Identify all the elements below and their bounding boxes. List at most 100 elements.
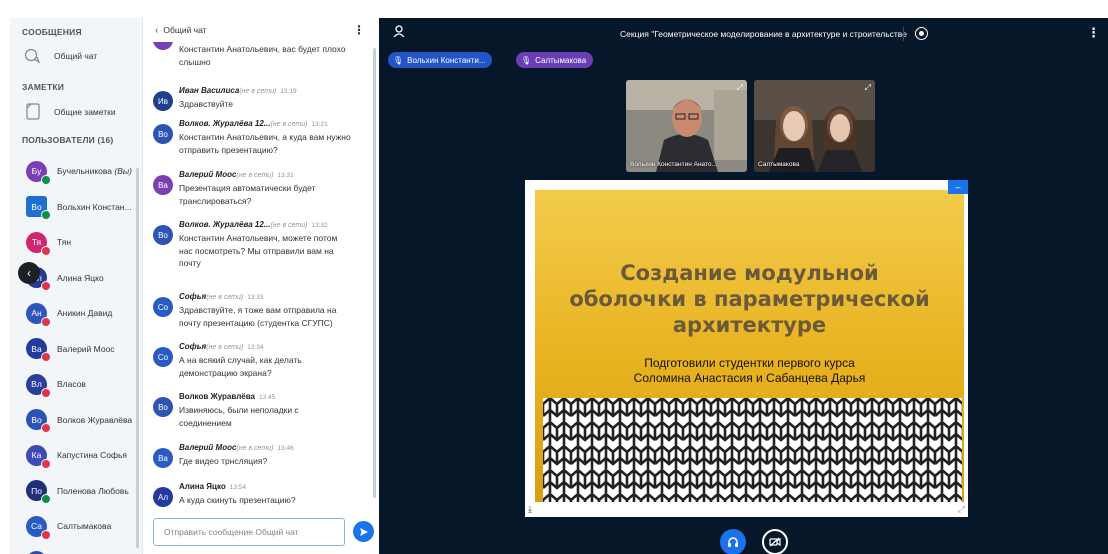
message-header: Алина Яцко 13:54 (179, 482, 246, 491)
back-chevron-icon[interactable]: ‹ (155, 25, 158, 36)
main-options-icon[interactable]: ⋮ (1087, 25, 1100, 41)
user-list-item[interactable]: По Поленова Любовь (10, 477, 142, 505)
message-author: Иван Василиса (179, 86, 240, 95)
send-button[interactable] (353, 521, 374, 542)
user-list-item[interactable]: Вл Власов (10, 370, 142, 398)
download-icon[interactable]: ⤓ (528, 504, 532, 515)
user-name: Вольхин Констан... (57, 202, 141, 212)
fullscreen-icon[interactable]: ⤢ (958, 504, 965, 515)
headphones-icon (728, 537, 738, 547)
message-header: Волков. Журалёва 12...(не в сети) 13:21 (179, 119, 328, 128)
chat-options-icon[interactable]: ⋮ (353, 23, 365, 37)
avatar: Ва (153, 175, 173, 195)
user-list-item[interactable]: Ан Аникин Давид (10, 299, 142, 327)
user-name-text: Валерий Моос (57, 343, 115, 354)
message-author: Валерий Моос (179, 443, 237, 452)
status-dot (41, 494, 51, 504)
message-input[interactable]: Отправить сообщение Общий чат (153, 518, 345, 546)
avatar: Ва (153, 448, 173, 468)
message-time: 13:54 (229, 484, 247, 491)
message-header: Валерий Моос(не в сети) 13:31 (179, 170, 294, 179)
user-name: Поленова Любовь (57, 486, 141, 496)
message-line: демонстрацию экрана? (179, 367, 272, 378)
user-name-text: Власов (57, 379, 86, 389)
user-list-item[interactable]: Во Вольхин Констан... (10, 193, 142, 221)
offline-label: (не в сети) (236, 172, 274, 179)
message-line: почту презентацию (студентка СГУПС) (179, 317, 333, 328)
status-dot (41, 210, 51, 220)
status-dot (41, 352, 51, 362)
avatar-initials: Во (158, 402, 168, 412)
offline-label: (не в сети) (239, 88, 277, 95)
message-author: Алина Яцко (179, 482, 226, 491)
user-name: Валерий Моос (57, 344, 141, 354)
message-line: нас посмотреть? Мы отправили вам на (179, 245, 334, 256)
user-list-item[interactable]: Бу Бучельникова (Вы) (10, 157, 142, 185)
user-name: Салтымакова (57, 521, 141, 531)
user-list-item[interactable]: Са Салтымакова (10, 512, 142, 540)
avatar-initials: Ка (31, 450, 42, 460)
user-name-text: Салтымакова (57, 521, 112, 531)
webcam-tile[interactable]: ⤢ Вольхин Константин Анато... (626, 80, 747, 172)
public-chat-item[interactable]: Общий чат (24, 48, 97, 64)
message-text: Константин Анатольевич, вас будет плохо … (179, 44, 346, 67)
user-name: Тян (57, 237, 141, 247)
message-time: 13:19 (280, 88, 297, 95)
collapse-panel-button[interactable]: ‹ (18, 262, 40, 284)
message-text: Здравствуйте, я тоже вам отправила на поч… (179, 304, 373, 329)
conference-app: СООБЩЕНИЯ Общий чат ЗАМЕТКИ Общие заметк… (0, 0, 1108, 554)
message-line: А на всякий случай, как делать (179, 355, 302, 365)
status-dot (41, 529, 51, 540)
status-dot (41, 245, 51, 256)
avatar: Во (153, 124, 173, 144)
user-list-item[interactable]: Ка Капустина Софья (10, 441, 142, 469)
message-header: Софья(не в сети) 13:33 (179, 292, 263, 301)
message-line: Где видео трнсляция? (179, 456, 268, 466)
avatar-initials: Вл (31, 379, 42, 389)
avatar: Ва (26, 338, 51, 362)
chat-scrollbar[interactable] (373, 48, 376, 498)
user-name: Аникин Давид (57, 308, 141, 318)
slide-subtitle-line: Соломина Анастасия и Сабанцева Дарья (633, 371, 866, 385)
avatar: Во (26, 196, 51, 220)
message-line: Здравствуйте, я тоже вам отправила на (179, 305, 337, 315)
talker-name: Вольхин Константи... (407, 55, 486, 65)
avatar: Са (26, 515, 51, 540)
shared-notes-item[interactable]: Общие заметки (26, 103, 116, 120)
user-list-item[interactable]: СвСветлана Гейбах (10, 548, 142, 554)
record-button[interactable] (915, 27, 928, 40)
users-scrollbar[interactable] (136, 168, 139, 548)
slide-pattern-image (543, 398, 962, 502)
avatar: По (26, 480, 51, 504)
users-section-header: ПОЛЬЗОВАТЕЛИ (16) (22, 135, 114, 145)
webcam-tile[interactable]: ⤢ Салтымакова (754, 80, 875, 172)
camera-off-button[interactable] (762, 529, 788, 554)
avatar: Во (153, 225, 173, 245)
user-list-item[interactable]: Во Волков Журавлёва (10, 406, 142, 434)
offline-label: (не в сети) (270, 222, 308, 229)
camera-off-icon (769, 537, 781, 547)
chat-title[interactable]: Общий чат (163, 25, 206, 35)
status-dot (41, 281, 51, 291)
minimize-presentation-button[interactable]: – (948, 180, 968, 194)
avatar-initials: Ал (157, 492, 168, 502)
avatar: Бу (26, 160, 51, 185)
message-time: 13:33 (247, 294, 264, 301)
slide-subtitle: Подготовили студентки первого курса Соло… (535, 356, 964, 386)
talker-badge: 🎙 Вольхин Константи... (388, 52, 493, 68)
avatar: Ив (153, 91, 173, 111)
message-text: Извиняюсь, были неполадки с соединением (179, 404, 373, 429)
avatar-initials: Во (158, 129, 168, 139)
record-icon (919, 31, 924, 36)
user-name: Власов (57, 379, 141, 389)
avatar-initials: Ва (158, 180, 168, 190)
user-list-item[interactable]: Ва Валерий Моос (10, 335, 142, 363)
expand-icon[interactable]: ⤢ (865, 83, 871, 93)
expand-icon[interactable]: ⤢ (737, 83, 743, 93)
user-name-text: Аникин Давид (57, 308, 113, 318)
message-time: 13:32 (311, 222, 328, 229)
user-list-item[interactable]: Тя Тян (10, 228, 142, 256)
title-divider (903, 27, 904, 41)
presentation-area: Секция "Геометрическое моделирование в а… (379, 18, 1108, 554)
audio-button[interactable] (720, 529, 746, 554)
